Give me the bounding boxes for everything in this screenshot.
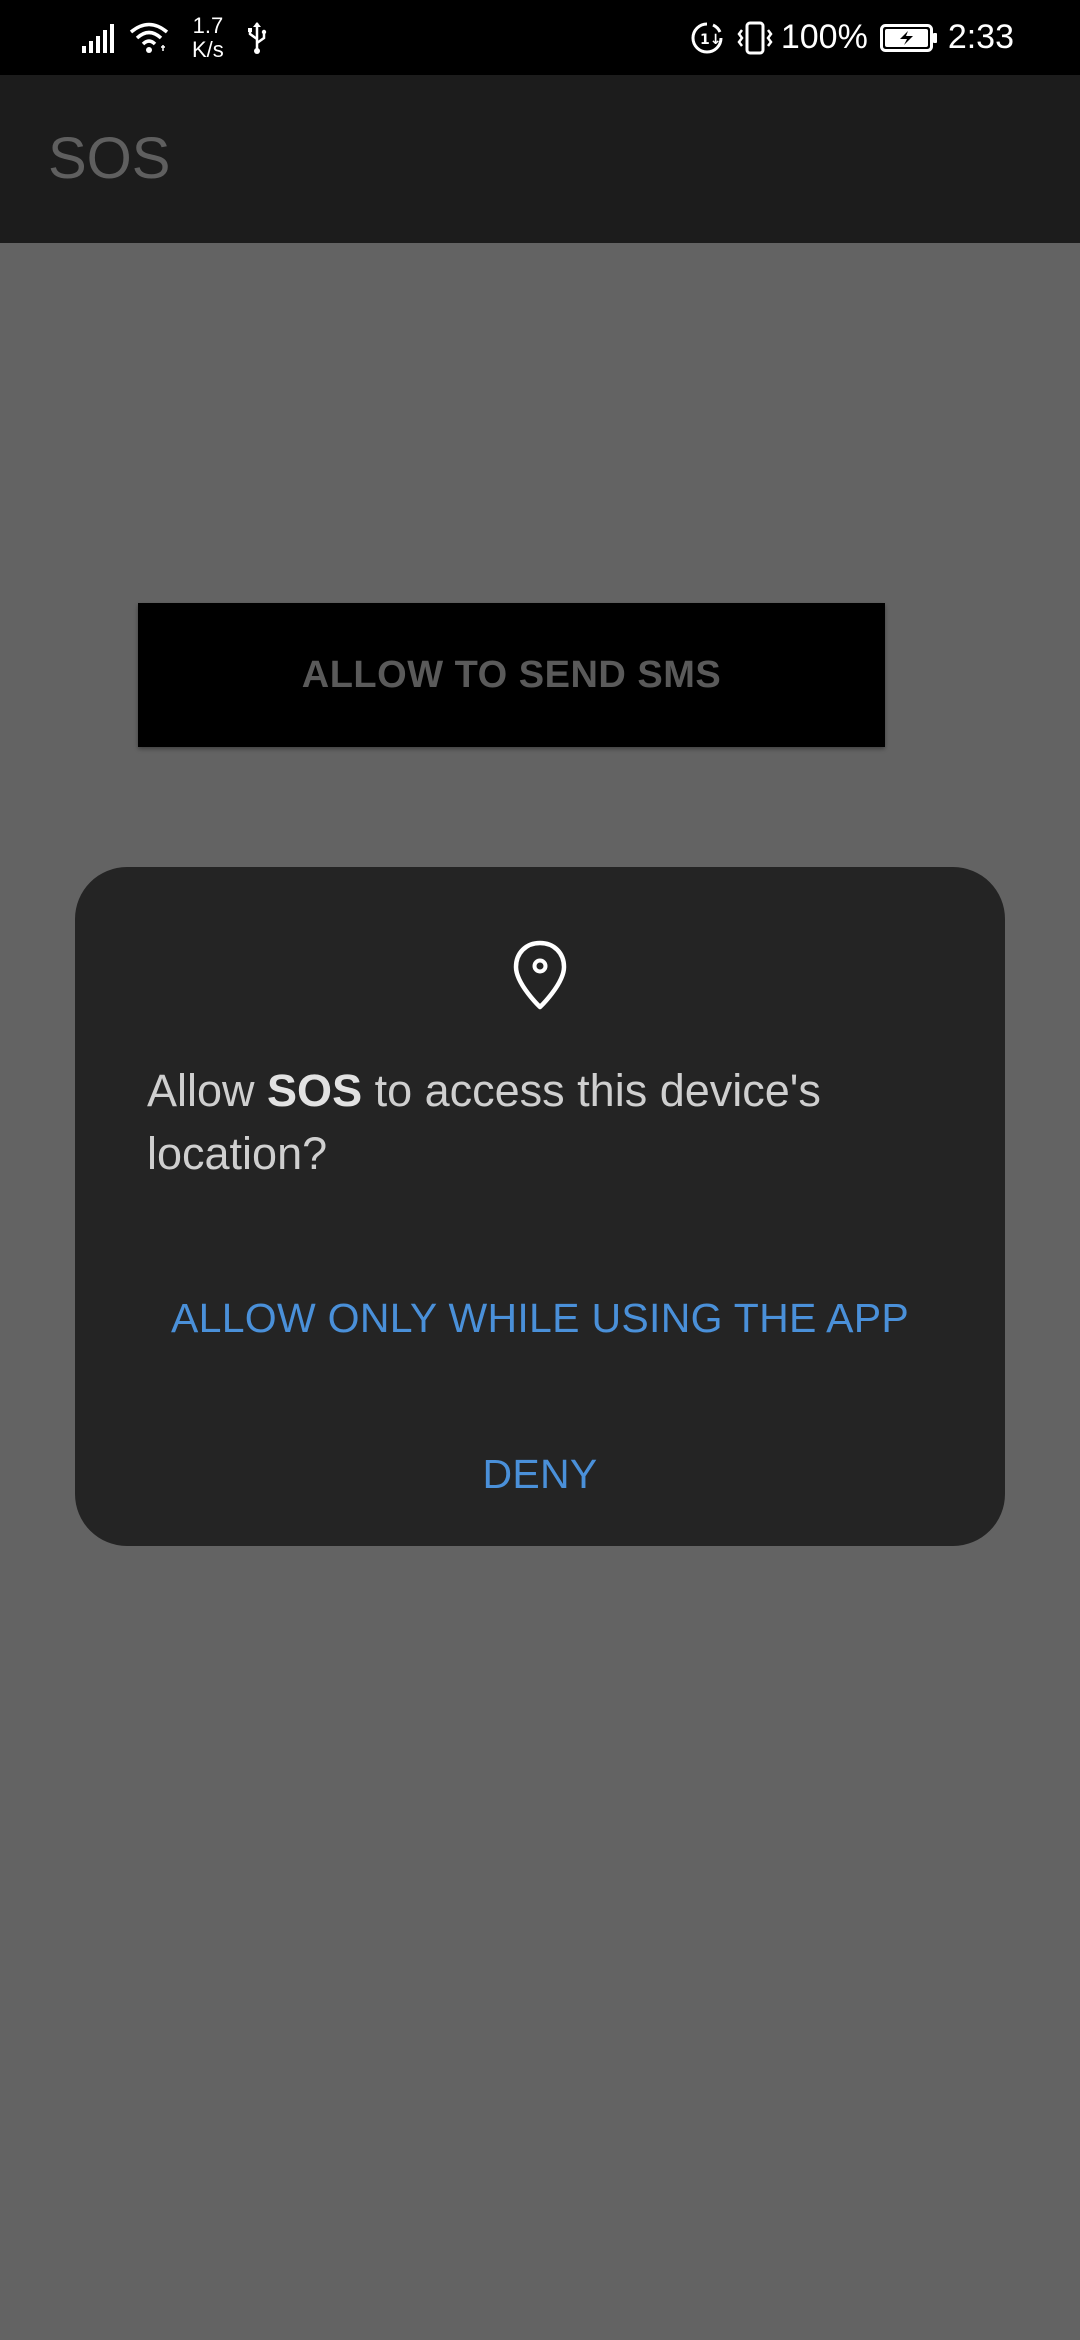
battery-percent: 100% (780, 18, 868, 56)
status-bar-right: 1↓ 100% 2:33 (689, 0, 1080, 75)
battery-charging-icon (879, 23, 938, 53)
app-bar: SOS (0, 75, 1080, 243)
message-prefix: Allow (147, 1065, 268, 1116)
allow-send-sms-button[interactable]: ALLOW TO SEND SMS (138, 603, 885, 747)
deny-button[interactable]: DENY (75, 1429, 1005, 1519)
vibrate-icon (735, 20, 775, 56)
status-bar-left: 1.7 K/s (80, 0, 268, 75)
usb-icon (246, 21, 268, 55)
allow-while-using-button[interactable]: ALLOW ONLY WHILE USING THE APP (75, 1273, 1005, 1363)
data-saver-icon: 1↓ (689, 20, 725, 56)
wifi-icon (128, 21, 170, 55)
dialog-message: Allow SOS to access this device's locati… (147, 1059, 947, 1185)
net-speed-value: 1.7 (192, 12, 224, 38)
message-app-name: SOS (267, 1065, 363, 1116)
svg-text:1↓: 1↓ (700, 32, 721, 48)
location-pin-icon (512, 939, 568, 1015)
cell-signal-icon (80, 22, 116, 54)
dialog-icon-container (75, 939, 1005, 1015)
net-speed-unit: K/s (192, 36, 224, 62)
app-title: SOS (48, 126, 171, 191)
clock: 2:33 (947, 18, 1014, 56)
location-permission-dialog: Allow SOS to access this device's locati… (75, 867, 1005, 1546)
status-bar: 1.7 K/s 1↓ 100% 2:33 (0, 0, 1080, 75)
network-speed: 1.7 K/s (192, 12, 224, 62)
